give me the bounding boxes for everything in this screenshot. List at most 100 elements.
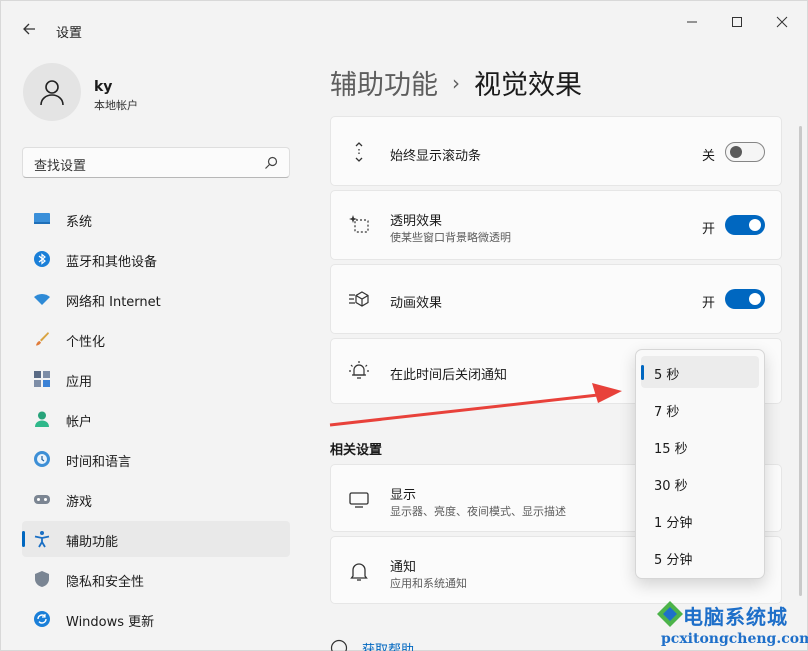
sidebar-item-label: Windows 更新 (66, 615, 155, 630)
sidebar-item-label: 帐户 (66, 415, 93, 430)
gamepad-icon (33, 490, 51, 508)
user-name: ky (94, 79, 113, 95)
search-icon (265, 156, 278, 169)
sidebar-item-label: 游戏 (66, 495, 93, 510)
scrollbar[interactable] (799, 126, 802, 596)
sidebar-item-apps[interactable]: 应用 (22, 361, 290, 397)
update-icon (33, 610, 51, 628)
sidebar-item-label: 辅助功能 (66, 535, 119, 550)
search-input[interactable]: 查找设置 (22, 147, 290, 178)
setting-always-show-scrollbars: 始终显示滚动条 关 (330, 116, 782, 186)
back-button[interactable] (15, 15, 43, 43)
dropdown-option[interactable]: 7 秒 (641, 393, 759, 425)
breadcrumb: 辅助功能 › 视觉效果 (330, 63, 582, 102)
sidebar-item-time-language[interactable]: 时间和语言 (22, 441, 290, 477)
app-title: 设置 (56, 26, 83, 41)
back-arrow-icon (23, 23, 35, 35)
sidebar-item-personalization[interactable]: 个性化 (22, 321, 290, 357)
sidebar-item-label: 网络和 Internet (66, 295, 161, 310)
sidebar-item-accessibility[interactable]: 辅助功能 (22, 521, 290, 557)
close-icon (776, 16, 788, 28)
bell-icon (347, 559, 371, 583)
transparency-icon (347, 212, 371, 236)
sidebar-item-label: 系统 (66, 215, 93, 230)
scrollbar-toggle[interactable] (725, 142, 765, 162)
account-icon (33, 410, 51, 428)
selection-indicator (22, 531, 25, 547)
system-icon (33, 210, 51, 228)
setting-transparency-effects: 透明效果 使某些窗口背景略微透明 开 (330, 190, 782, 260)
search-placeholder: 查找设置 (34, 159, 87, 174)
toggle-state-label: 开 (701, 296, 715, 311)
time-language-icon (33, 450, 51, 468)
toggle-state-label: 开 (701, 222, 715, 237)
animation-toggle[interactable] (725, 289, 765, 309)
transparency-toggle[interactable] (725, 215, 765, 235)
help-icon (330, 639, 348, 651)
breadcrumb-parent[interactable]: 辅助功能 (330, 63, 438, 102)
sidebar-item-label: 时间和语言 (66, 455, 132, 470)
setting-title: 通知 (390, 560, 417, 575)
dropdown-option[interactable]: 1 分钟 (641, 504, 759, 536)
dropdown-option[interactable]: 5 分钟 (641, 541, 759, 573)
get-help-link[interactable]: 获取帮助 (362, 639, 414, 651)
minimize-button[interactable] (677, 9, 707, 35)
dropdown-option-label: 15 秒 (654, 442, 688, 457)
annotation-arrow (329, 383, 622, 427)
sidebar-item-label: 蓝牙和其他设备 (66, 255, 158, 270)
accessibility-icon (33, 530, 51, 548)
setting-subtitle: 显示器、亮度、夜间模式、显示描述 (390, 505, 566, 518)
related-settings-heading: 相关设置 (330, 443, 383, 458)
watermark-logo-icon (657, 601, 683, 627)
toggle-knob (730, 146, 742, 158)
breadcrumb-separator: › (452, 70, 460, 95)
dropdown-option-label: 1 分钟 (654, 516, 693, 531)
sidebar-item-accounts[interactable]: 帐户 (22, 401, 290, 437)
selection-indicator (641, 365, 644, 380)
dropdown-option-label: 30 秒 (654, 479, 688, 494)
dropdown-option-label: 5 秒 (654, 368, 680, 383)
avatar[interactable] (23, 63, 81, 121)
sidebar-item-network[interactable]: 网络和 Internet (22, 281, 290, 317)
setting-title: 动画效果 (390, 296, 443, 311)
setting-title: 始终显示滚动条 (390, 149, 482, 164)
dropdown-option[interactable]: 30 秒 (641, 467, 759, 499)
maximize-button[interactable] (722, 9, 752, 35)
notification-duration-dropdown: 5 秒 7 秒 15 秒 30 秒 1 分钟 5 分钟 (635, 349, 765, 579)
shield-icon (33, 570, 51, 588)
minimize-icon (687, 21, 697, 23)
brush-icon (33, 330, 51, 348)
sidebar-item-label: 隐私和安全性 (66, 575, 145, 590)
apps-icon (33, 370, 51, 388)
setting-title: 显示 (390, 488, 417, 503)
toggle-state-label: 关 (701, 149, 715, 164)
maximize-icon (732, 17, 742, 27)
dropdown-option-label: 7 秒 (654, 405, 680, 420)
toggle-knob (749, 293, 761, 305)
watermark-title: 电脑系统城 (683, 605, 788, 629)
sidebar-item-privacy[interactable]: 隐私和安全性 (22, 561, 290, 597)
dropdown-option[interactable]: 5 秒 (641, 356, 759, 388)
account-type: 本地帐户 (94, 99, 138, 112)
close-button[interactable] (767, 9, 797, 35)
setting-animation-effects: 动画效果 开 (330, 264, 782, 334)
sidebar-item-windows-update[interactable]: Windows 更新 (22, 601, 290, 637)
sidebar-item-gaming[interactable]: 游戏 (22, 481, 290, 517)
settings-window: 设置 ky 本地帐户 查找设置 系统 蓝牙和其他设备 网络和 Internet … (0, 0, 808, 651)
setting-subtitle: 应用和系统通知 (390, 577, 467, 590)
dropdown-option[interactable]: 15 秒 (641, 430, 759, 462)
scrollbar-icon (347, 140, 371, 164)
page-title: 视觉效果 (474, 70, 582, 101)
wifi-icon (33, 290, 51, 308)
display-icon (347, 487, 371, 511)
watermark: 电脑系统城 pcxitongcheng.com (653, 597, 808, 651)
setting-title: 透明效果 (390, 214, 443, 229)
dropdown-option-label: 5 分钟 (654, 553, 693, 568)
toggle-knob (749, 219, 761, 231)
title-bar: 设置 (1, 1, 807, 47)
sidebar-item-system[interactable]: 系统 (22, 201, 290, 237)
sidebar-item-bluetooth[interactable]: 蓝牙和其他设备 (22, 241, 290, 277)
bluetooth-icon (33, 250, 51, 268)
animation-icon (347, 287, 371, 311)
setting-subtitle: 使某些窗口背景略微透明 (390, 231, 511, 244)
